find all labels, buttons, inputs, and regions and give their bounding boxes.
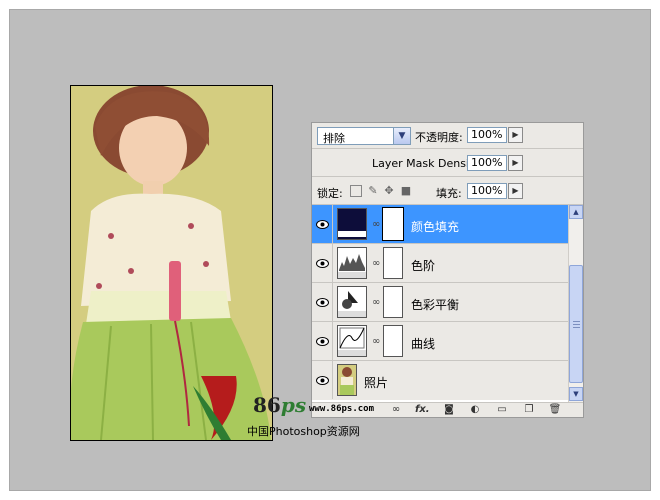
scroll-down-icon[interactable]: ▼ bbox=[569, 387, 583, 401]
photo-document bbox=[70, 85, 273, 441]
adjustment-slider-icon bbox=[338, 231, 366, 237]
lock-label: 锁定: bbox=[317, 187, 343, 200]
adjustment-layer-icon[interactable]: ◐ bbox=[468, 404, 482, 416]
lock-transparency-icon[interactable] bbox=[350, 185, 362, 197]
new-group-folder-icon[interactable]: ▭ bbox=[495, 404, 509, 416]
layer-name: 色阶 bbox=[411, 259, 436, 273]
curves-thumbnail bbox=[337, 325, 367, 357]
add-mask-icon[interactable]: ◙ bbox=[442, 404, 456, 416]
watermark-url: www.86ps.com bbox=[309, 404, 375, 414]
layer-mask-thumbnail[interactable] bbox=[383, 325, 403, 357]
visibility-eye-icon[interactable] bbox=[312, 283, 333, 321]
layer-mask-thumbnail[interactable] bbox=[382, 207, 404, 241]
photo-preview-icon bbox=[338, 365, 356, 395]
layer-item-curves[interactable]: ∞ 曲线 bbox=[312, 322, 568, 361]
mask-density-row: Layer Mask Density 100% ▶ bbox=[312, 149, 583, 177]
link-chain-icon[interactable]: ∞ bbox=[372, 258, 380, 269]
watermark-site-name: 中国Photoshop资源网 bbox=[247, 425, 360, 438]
visibility-eye-icon[interactable] bbox=[312, 361, 333, 399]
link-layers-icon[interactable]: ∞ bbox=[389, 404, 403, 416]
new-layer-icon[interactable]: ❐ bbox=[522, 404, 536, 416]
mask-density-label: Layer Mask Density bbox=[372, 157, 480, 170]
layer-item-color-balance[interactable]: ∞ 色彩平衡 bbox=[312, 283, 568, 322]
opacity-arrow-icon[interactable]: ▶ bbox=[508, 127, 523, 143]
layer-name: 色彩平衡 bbox=[411, 298, 460, 312]
layer-mask-thumbnail[interactable] bbox=[383, 247, 403, 279]
lock-move-icon[interactable]: ✥ bbox=[383, 185, 395, 197]
color-balance-thumbnail bbox=[337, 286, 367, 318]
mask-density-arrow-icon[interactable]: ▶ bbox=[508, 155, 523, 171]
fill-label: 填充: bbox=[436, 187, 462, 200]
layer-name: 照片 bbox=[364, 376, 389, 390]
levels-thumbnail bbox=[337, 247, 367, 279]
fill-arrow-icon[interactable]: ▶ bbox=[508, 183, 523, 199]
lock-all-icon[interactable]: ■ bbox=[400, 185, 412, 197]
link-chain-icon[interactable]: ∞ bbox=[372, 336, 380, 347]
link-chain-icon[interactable]: ∞ bbox=[372, 297, 380, 308]
layer-item-photo[interactable]: 照片 bbox=[312, 361, 568, 400]
layer-list: ∞ 颜色填充 ∞ 色阶 ∞ 色彩平衡 ∞ 曲线 照片 bbox=[312, 205, 568, 402]
watermark-logo-86: 86ps bbox=[253, 393, 307, 417]
layers-panel: 排除 ▼ 不透明度: 100% ▶ Layer Mask Density 100… bbox=[311, 122, 584, 418]
scroll-up-icon[interactable]: ▲ bbox=[569, 205, 583, 219]
mask-density-input[interactable]: 100% bbox=[467, 155, 507, 171]
opacity-label: 不透明度: bbox=[415, 131, 463, 144]
solid-color-thumbnail bbox=[337, 208, 367, 240]
layer-name: 颜色填充 bbox=[411, 220, 460, 234]
chevron-down-icon[interactable]: ▼ bbox=[393, 128, 410, 144]
layer-name: 曲线 bbox=[411, 337, 436, 351]
layer-item-levels[interactable]: ∞ 色阶 bbox=[312, 244, 568, 283]
blend-mode-value: 排除 bbox=[323, 132, 345, 145]
color-balance-scale-icon bbox=[338, 291, 366, 317]
layer-item-color-fill[interactable]: ∞ 颜色填充 bbox=[312, 205, 568, 244]
visibility-eye-icon[interactable] bbox=[312, 205, 333, 243]
delete-layer-trash-icon[interactable]: 🗑 bbox=[548, 404, 562, 416]
layer-list-scrollbar[interactable]: ▲ ▼ bbox=[568, 205, 583, 402]
photo-thumbnail bbox=[337, 364, 357, 396]
blend-row: 排除 ▼ 不透明度: 100% ▶ bbox=[312, 123, 583, 149]
link-chain-icon[interactable]: ∞ bbox=[372, 219, 380, 230]
levels-histogram-icon bbox=[338, 254, 366, 278]
blend-mode-select[interactable]: 排除 ▼ bbox=[317, 127, 411, 145]
curves-graph-icon bbox=[338, 327, 366, 356]
opacity-input[interactable]: 100% bbox=[467, 127, 507, 143]
lock-brush-icon[interactable]: ✎ bbox=[367, 185, 379, 197]
visibility-eye-icon[interactable] bbox=[312, 244, 333, 282]
layer-style-fx-icon[interactable]: fx. bbox=[415, 404, 430, 416]
layer-mask-thumbnail[interactable] bbox=[383, 286, 403, 318]
visibility-eye-icon[interactable] bbox=[312, 322, 333, 360]
fill-input[interactable]: 100% bbox=[467, 183, 507, 199]
scroll-thumb[interactable] bbox=[569, 265, 583, 383]
